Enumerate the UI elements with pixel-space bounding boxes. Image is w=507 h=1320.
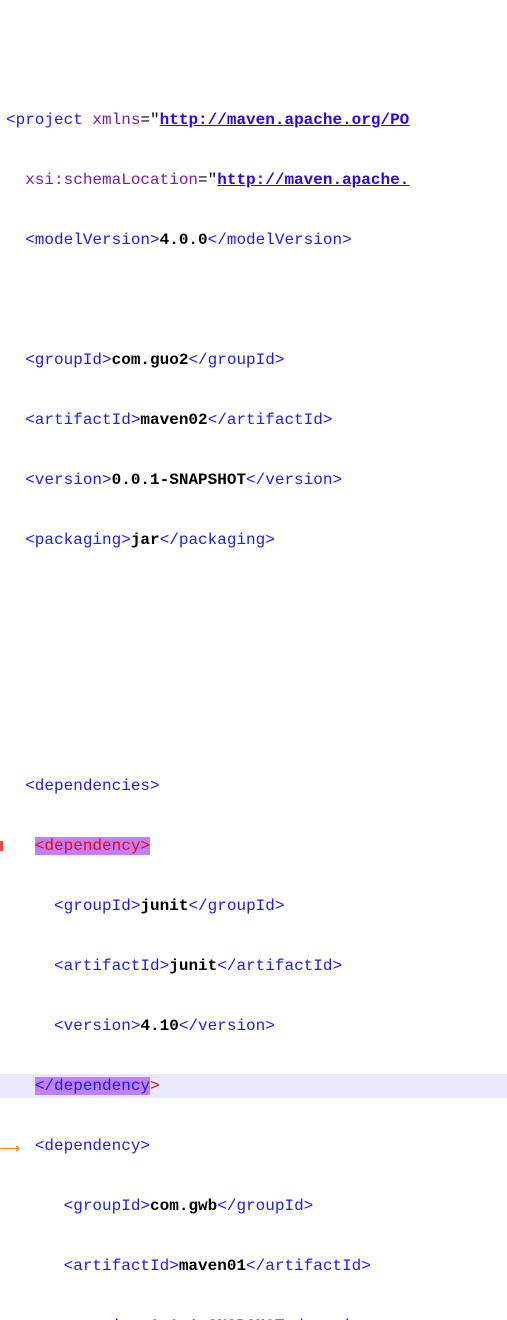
tag: <groupId> <box>54 897 140 915</box>
tag-close: </version> <box>179 1017 275 1035</box>
code-line-blank <box>0 714 507 738</box>
code-line: <groupId>com.guo2</groupId> <box>0 348 507 372</box>
tag: <version> <box>25 471 111 489</box>
error-marker-icon <box>0 841 3 851</box>
arrow-icon: ⟶ <box>0 1138 20 1162</box>
tag: <dependency> <box>35 1137 150 1155</box>
equals: =" <box>198 171 217 189</box>
equals: =" <box>140 111 159 129</box>
tag-close: </groupId> <box>188 351 284 369</box>
attr-name: xmlns <box>92 111 140 129</box>
code-line: <artifactId>maven02</artifactId> <box>0 408 507 432</box>
code-line-blank <box>0 588 507 612</box>
code-line-blank <box>0 288 507 312</box>
tag: <dependencies> <box>25 777 159 795</box>
attr-value: http://maven.apache.org/PO <box>160 111 410 129</box>
code-line: <dependencies> <box>0 774 507 798</box>
tag: <version> <box>64 1317 150 1320</box>
tag-close: </packaging> <box>160 531 275 549</box>
tag: <artifactId> <box>25 411 140 429</box>
tag-close: </version> <box>284 1317 380 1320</box>
tag: <artifactId> <box>64 1257 179 1275</box>
code-editor[interactable]: <project xmlns="http://maven.apache.org/… <box>0 72 507 1320</box>
code-line-blank <box>0 630 507 654</box>
code-line: <modelVersion>4.0.0</modelVersion> <box>0 228 507 252</box>
text: maven01 <box>179 1257 246 1275</box>
text: 4.0.0 <box>160 231 208 249</box>
text: junit <box>169 957 217 975</box>
tag-close: </artifactId> <box>208 411 333 429</box>
code-line: <groupId>junit</groupId> <box>0 894 507 918</box>
tag-open: <project <box>6 111 83 129</box>
tag-error-highlight: <dependency> <box>35 837 150 855</box>
text: maven02 <box>140 411 207 429</box>
text: com.guo2 <box>112 351 189 369</box>
text: com.gwb <box>150 1197 217 1215</box>
tag: <groupId> <box>25 351 111 369</box>
text: junit <box>140 897 188 915</box>
code-line: xsi:schemaLocation="http://maven.apache. <box>0 168 507 192</box>
code-line: <project xmlns="http://maven.apache.org/… <box>0 108 507 132</box>
tag-close: </modelVersion> <box>208 231 352 249</box>
tag-close: </artifactId> <box>217 957 342 975</box>
text: 4.10 <box>140 1017 178 1035</box>
code-line: <artifactId>maven01</artifactId> <box>0 1254 507 1278</box>
text: 0.0.1-SNAPSHOT <box>112 471 246 489</box>
code-line: <version>0.0.1-SNAPSHOT</version> <box>0 468 507 492</box>
tag: <modelVersion> <box>25 231 159 249</box>
code-line: ⟶ <dependency> <box>0 1134 507 1158</box>
text: 0.0.1-SNAPSHOT <box>150 1317 284 1320</box>
tag: <artifactId> <box>54 957 169 975</box>
tag: <version> <box>54 1017 140 1035</box>
code-line: <dependency> <box>0 834 507 858</box>
code-line: <version>0.0.1-SNAPSHOT</version> <box>0 1314 507 1320</box>
tag-close: </version> <box>246 471 342 489</box>
tag-close: </artifactId> <box>246 1257 371 1275</box>
code-line: <version>4.10</version> <box>0 1014 507 1038</box>
code-line: <artifactId>junit</artifactId> <box>0 954 507 978</box>
attr-name: xsi:schemaLocation <box>25 171 198 189</box>
code-line-selected: </dependency> <box>0 1074 507 1098</box>
code-line: <groupId>com.gwb</groupId> <box>0 1194 507 1218</box>
tag-close-highlight: </depe <box>35 1077 93 1095</box>
tag: <packaging> <box>25 531 131 549</box>
text: jar <box>131 531 160 549</box>
tag: <groupId> <box>64 1197 150 1215</box>
code-line-blank <box>0 672 507 696</box>
code-line: <packaging>jar</packaging> <box>0 528 507 552</box>
tag-close-error: > <box>150 1077 160 1095</box>
tag-close-highlight: ndency <box>92 1077 150 1095</box>
attr-value: http://maven.apache. <box>217 171 409 189</box>
tag-close: </groupId> <box>217 1197 313 1215</box>
tag-close: </groupId> <box>188 897 284 915</box>
